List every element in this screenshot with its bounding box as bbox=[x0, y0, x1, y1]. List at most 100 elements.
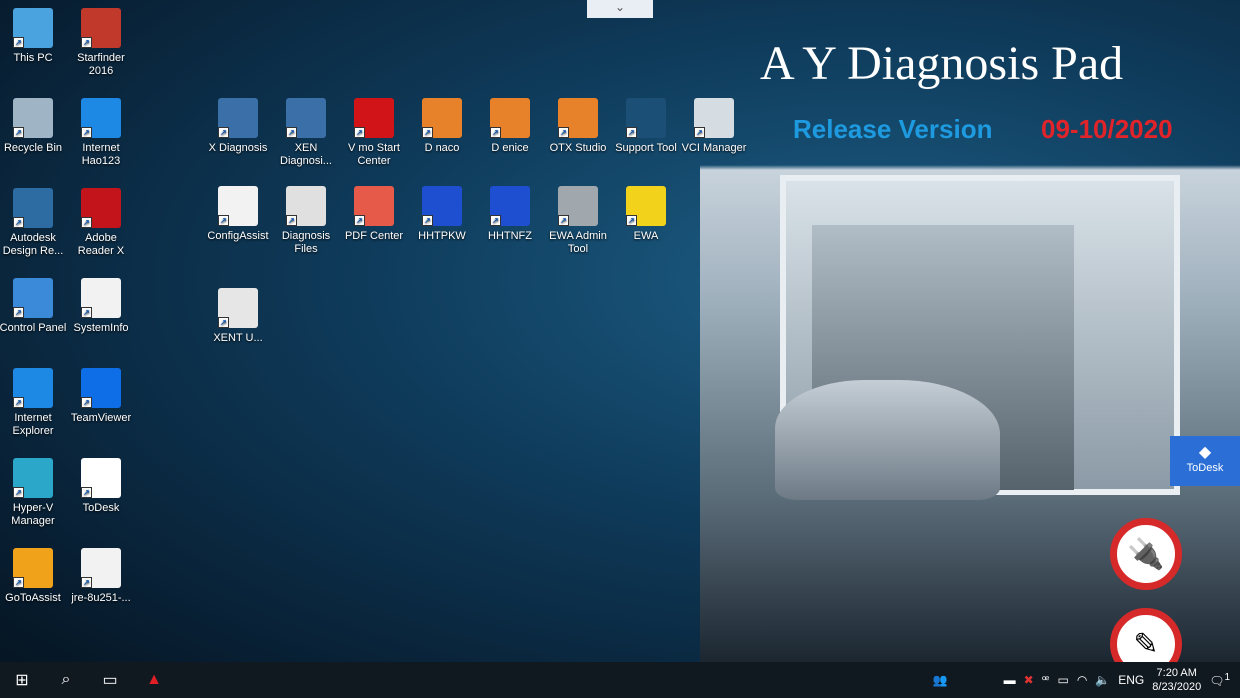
desktop-icon-label: EWA Admin Tool bbox=[549, 230, 607, 255]
shortcut-arrow-icon: ↗ bbox=[13, 127, 24, 138]
desktop-icon[interactable]: ↗ Starfinder 2016 bbox=[67, 8, 135, 78]
todesk-icon: ◆ bbox=[1198, 444, 1212, 461]
notification-count: 1 bbox=[1224, 672, 1230, 683]
shortcut-arrow-icon: ↗ bbox=[626, 215, 637, 226]
desktop-icon-label: V mo Start Center bbox=[348, 142, 400, 167]
desktop-icon[interactable]: ↗ This PC bbox=[0, 8, 67, 65]
desktop-icon-label: Autodesk Design Re... bbox=[2, 232, 64, 257]
desktop-icon-label: VCI Manager bbox=[681, 142, 747, 154]
shortcut-arrow-icon: ↗ bbox=[81, 397, 92, 408]
wrench-icon: ↗ bbox=[558, 186, 598, 226]
tray-link-icon[interactable]: ꟹ bbox=[1042, 673, 1050, 687]
desktop-icon[interactable]: ↗ EWA bbox=[612, 186, 680, 243]
monaco-icon: ↗ bbox=[422, 98, 462, 138]
shortcut-arrow-icon: ↗ bbox=[354, 127, 365, 138]
desktop-icon-label: Adobe Reader X bbox=[77, 232, 125, 257]
shortcut-arrow-icon: ↗ bbox=[490, 127, 501, 138]
desktop-icon[interactable]: ↗ Control Panel bbox=[0, 278, 67, 335]
shortcut-arrow-icon: ↗ bbox=[13, 397, 24, 408]
shortcut-arrow-icon: ↗ bbox=[694, 127, 705, 138]
desktop-icon[interactable]: ↗ VCI Manager bbox=[680, 98, 748, 155]
desktop-icon-label: OTX Studio bbox=[549, 142, 607, 154]
desktop-icon-label: Diagnosis Files bbox=[281, 230, 331, 255]
desktop-icon[interactable]: ↗ Internet Explorer bbox=[0, 368, 67, 438]
desktop-icon[interactable]: ↗ GoToAssist bbox=[0, 548, 67, 605]
venice-icon: ↗ bbox=[490, 98, 530, 138]
desktop-icon[interactable]: ↗ Recycle Bin bbox=[0, 98, 67, 155]
shortcut-arrow-icon: ↗ bbox=[13, 217, 24, 228]
todesk-label: ToDesk bbox=[1186, 462, 1224, 474]
no-plug-icon: 🔌 bbox=[1110, 518, 1182, 590]
clock[interactable]: 7:20 AM 8/23/2020 bbox=[1152, 666, 1201, 694]
search-icon[interactable]: ⌕ bbox=[44, 662, 88, 698]
adobe-taskbar-icon[interactable]: ▲ bbox=[132, 662, 176, 698]
desktop-icon-label: ConfigAssist bbox=[207, 230, 269, 242]
shortcut-arrow-icon: ↗ bbox=[81, 217, 92, 228]
desktop-icon-label: Hyper-V Manager bbox=[11, 502, 55, 527]
desktop-icon[interactable]: ↗ Adobe Reader X bbox=[67, 188, 135, 258]
volume-icon[interactable]: 🔈 bbox=[1095, 673, 1110, 687]
banner-title: A Y Diagnosis Pad bbox=[760, 37, 1124, 90]
todesk-icon: ↗ bbox=[81, 458, 121, 498]
shortcut-arrow-icon: ↗ bbox=[81, 37, 92, 48]
taskbar: ⊞ ⌕ ▭ ▲ 👥 ▬ ✖ ꟹ ▭ ◠ 🔈 ENG 7:20 AM 8/23/2… bbox=[0, 662, 1240, 698]
desktop-icon-label: Starfinder 2016 bbox=[77, 52, 125, 77]
shortcut-arrow-icon: ↗ bbox=[13, 577, 24, 588]
desktop-icon[interactable]: ↗ TeamViewer bbox=[67, 368, 135, 425]
starfinder-icon: ↗ bbox=[81, 8, 121, 48]
desktop-icon-label: XEN Diagnosi... bbox=[280, 142, 332, 167]
desktop-icon[interactable]: ↗ OTX Studio bbox=[544, 98, 612, 155]
desktop-icon-label: D naco bbox=[424, 142, 460, 154]
desktop-icon[interactable]: ↗ Autodesk Design Re... bbox=[0, 188, 67, 258]
computer-icon: ↗ bbox=[13, 8, 53, 48]
task-view-icon[interactable]: ▭ bbox=[88, 662, 132, 698]
language-indicator[interactable]: ENG bbox=[1118, 673, 1144, 687]
desktop-icon[interactable]: ↗ Internet Hao123 bbox=[67, 98, 135, 168]
desktop-icon-label: Control Panel bbox=[0, 322, 67, 334]
desktop-icon[interactable]: ↗ jre-8u251-... bbox=[67, 548, 135, 605]
collapse-toolbar-button[interactable]: ⌄ bbox=[587, 0, 653, 18]
desktop-icon[interactable]: ↗ XEN Diagnosi... bbox=[272, 98, 340, 168]
shortcut-arrow-icon: ↗ bbox=[13, 307, 24, 318]
people-icon[interactable]: 👥 bbox=[933, 673, 948, 687]
vci-icon: ↗ bbox=[694, 98, 734, 138]
desktop-icon[interactable]: ↗ EWA Admin Tool bbox=[544, 186, 612, 256]
shortcut-arrow-icon: ↗ bbox=[286, 215, 297, 226]
wifi-icon[interactable]: ◠ bbox=[1077, 673, 1087, 687]
desktop-icon[interactable]: ↗ D enice bbox=[476, 98, 544, 155]
desktop-icon[interactable]: ↗ XENT U... bbox=[204, 288, 272, 345]
tray-app-icon[interactable]: ▬ bbox=[1004, 673, 1016, 687]
toolbox-icon: ↗ bbox=[626, 98, 666, 138]
todesk-side-tab[interactable]: ◆ ToDesk bbox=[1170, 436, 1240, 486]
recycle-bin-icon: ↗ bbox=[13, 98, 53, 138]
desktop-icon-label: SystemInfo bbox=[73, 322, 129, 334]
otx-studio-icon: ↗ bbox=[558, 98, 598, 138]
desktop-icon[interactable]: ↗ V mo Start Center bbox=[340, 98, 408, 168]
desktop-icon[interactable]: ↗ X Diagnosis bbox=[204, 98, 272, 155]
desktop-icon-label: Recycle Bin bbox=[3, 142, 63, 154]
shortcut-arrow-icon: ↗ bbox=[81, 127, 92, 138]
desktop-icon[interactable]: ↗ ToDesk bbox=[67, 458, 135, 515]
desktop-icon[interactable]: ↗ Support Tool bbox=[612, 98, 680, 155]
car-image bbox=[775, 380, 1000, 500]
desktop-icon[interactable]: ↗ HHTPKW bbox=[408, 186, 476, 243]
shortcut-arrow-icon: ↗ bbox=[81, 307, 92, 318]
desktop-icon[interactable]: ↗ PDF Center bbox=[340, 186, 408, 243]
shortcut-arrow-icon: ↗ bbox=[354, 215, 365, 226]
desktop-icon-label: ToDesk bbox=[82, 502, 120, 514]
desktop-icon[interactable]: ↗ Hyper-V Manager bbox=[0, 458, 67, 528]
battery-icon[interactable]: ▭ bbox=[1057, 673, 1068, 687]
start-button[interactable]: ⊞ bbox=[0, 662, 44, 698]
desktop-icon[interactable]: ↗ D naco bbox=[408, 98, 476, 155]
remote-desktop-icon: ↗ bbox=[490, 186, 530, 226]
desktop-icon-label: This PC bbox=[13, 52, 53, 64]
desktop-icon[interactable]: ↗ SystemInfo bbox=[67, 278, 135, 335]
desktop-icon[interactable]: ↗ ConfigAssist bbox=[204, 186, 272, 243]
notification-center-icon[interactable]: 🗨1 bbox=[1209, 672, 1230, 688]
desktop-icon-label: XENT U... bbox=[213, 332, 263, 344]
ie-icon: ↗ bbox=[81, 98, 121, 138]
desktop-icon[interactable]: ↗ HHTNFZ bbox=[476, 186, 544, 243]
desktop-icon[interactable]: ↗ Diagnosis Files bbox=[272, 186, 340, 256]
tray-blocked-icon[interactable]: ✖ bbox=[1024, 673, 1034, 687]
shortcut-arrow-icon: ↗ bbox=[13, 487, 24, 498]
